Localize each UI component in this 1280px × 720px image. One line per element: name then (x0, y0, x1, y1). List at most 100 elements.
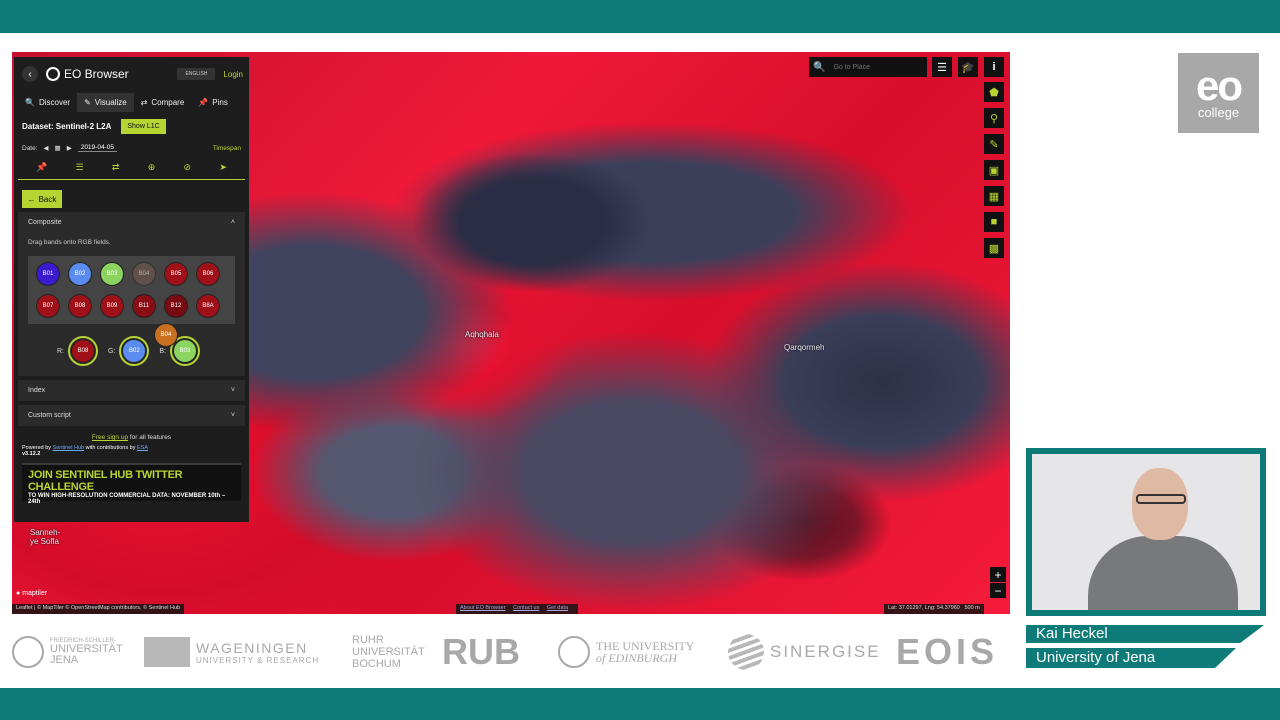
twitter-challenge-banner[interactable]: JOIN SENTINEL HUB TWITTER CHALLENGE TO W… (22, 463, 241, 505)
band-chip[interactable]: B02 (68, 262, 92, 286)
sentinel-hub-link[interactable]: Sentinel Hub (53, 445, 85, 451)
wageningen-logo: WAGENINGEN UNIVERSITY & RESEARCH (144, 637, 352, 667)
chevron-up-icon: ˄ (230, 219, 235, 226)
g-slot[interactable]: B02 (119, 336, 150, 366)
webcam-feed (1032, 454, 1260, 610)
crest-icon (558, 636, 590, 668)
signup-text: for all features (129, 434, 172, 441)
index-section: Index ˅ (18, 380, 245, 401)
globe-icon (728, 634, 764, 670)
tab-compare[interactable]: ⇄ Compare (134, 93, 192, 112)
map-search-box[interactable]: 🔍 (809, 57, 927, 77)
rgb-fields: R: B08 G: B02 B: B03 (18, 328, 245, 376)
calendar-icon[interactable]: ▦ (55, 144, 61, 152)
band-chip[interactable]: B12 (164, 294, 188, 318)
sliders-icon[interactable]: ☰ (76, 162, 84, 173)
brush-icon: ✎ (84, 97, 91, 107)
about-link[interactable]: About EO Browser (460, 605, 506, 611)
collapse-panel-icon[interactable]: ‹ (22, 66, 38, 82)
image-download-icon[interactable]: ▣ (984, 160, 1004, 180)
band-chip[interactable]: B03 (100, 262, 124, 286)
info-icon[interactable]: i (984, 57, 1004, 77)
chart-icon[interactable]: ▩ (984, 238, 1004, 258)
search-icon: 🔍 (813, 61, 826, 73)
place-label-aqhqhala: Aqhqhala (465, 330, 499, 339)
band-chip[interactable]: B08 (68, 294, 92, 318)
maptiler-logo: ● maptiler (16, 590, 48, 597)
band-chip[interactable]: B04 (132, 262, 156, 286)
esa-link[interactable]: ESA (137, 445, 148, 451)
date-input[interactable]: 2019-04-05 (77, 144, 117, 152)
eois-logo: EOIS (896, 631, 999, 672)
tab-discover[interactable]: 🔍 Discover (18, 93, 77, 112)
share-icon[interactable]: ➤ (219, 162, 227, 173)
next-date-icon[interactable]: ▶ (67, 144, 72, 152)
ruler-icon[interactable]: ✎ (984, 134, 1004, 154)
band-chip[interactable]: B08 (70, 339, 95, 363)
band-chip[interactable]: B06 (196, 262, 220, 286)
pin-icon: 📌 (198, 97, 209, 107)
top-banner (0, 0, 1280, 33)
r-slot[interactable]: B08 (67, 336, 98, 366)
tab-pins[interactable]: 📌 Pins (191, 93, 235, 112)
jena-logo: FRIEDRICH-SCHILLER- UNIVERSITÄT JENA (12, 636, 144, 668)
cube-icon[interactable]: ■ (984, 212, 1004, 232)
version-label: v3.12.2 (22, 451, 41, 457)
composite-header[interactable]: Composite ˄ (18, 212, 245, 233)
presenter-name: Kai Heckel (1026, 625, 1264, 643)
signup-line: Free sign up for all features (14, 426, 249, 441)
search-input[interactable] (833, 63, 924, 71)
language-select[interactable]: ENGLISH (177, 68, 216, 80)
eo-browser-panel: ‹ EO Browser ENGLISH Login 🔍 Discover ✎ Vi… (14, 57, 249, 522)
zoom-out-button[interactable]: − (990, 583, 1006, 598)
edinburgh-logo: THE UNIVERSITY of EDINBURGH (558, 636, 728, 668)
band-chip[interactable]: B8A (196, 294, 220, 318)
band-palette: B01 B02 B03 B04 B05 B06 B07 B08 B09 B11 B12 B8A (28, 256, 235, 324)
band-chip[interactable]: B03 (173, 339, 197, 363)
compare-icon[interactable]: ⇄ (112, 162, 120, 173)
pin-icon[interactable]: ⚲ (984, 108, 1004, 128)
graduation-cap-icon[interactable]: 🎓 (958, 57, 978, 77)
band-chip[interactable]: B11 (132, 294, 156, 318)
app-logo: EO Browser (46, 67, 129, 81)
tab-visualize[interactable]: ✎ Visualize (77, 92, 134, 112)
panel-tabs: 🔍 Discover ✎ Visualize ⇄ Compare 📌 Pins (14, 91, 249, 113)
signup-link[interactable]: Free sign up (92, 434, 128, 441)
layers-icon[interactable]: ☰ (932, 57, 952, 77)
pentagon-icon[interactable]: ⬟ (984, 82, 1004, 102)
composite-hint: Drag bands onto RGB fields. (28, 239, 111, 246)
search-icon: 🔍 (25, 97, 35, 107)
crosshair-icon[interactable]: ⊕ (148, 162, 156, 173)
eye-slash-icon[interactable]: ⊘ (184, 162, 192, 173)
timespan-toggle[interactable]: Timespan (213, 145, 241, 152)
presenter-webcam (1026, 448, 1266, 616)
custom-script-section: Custom script ˅ (18, 405, 245, 426)
index-header[interactable]: Index ˅ (18, 380, 245, 401)
powered-by: Powered by Sentinel Hub with contributio… (22, 445, 148, 451)
app-title: EO Browser (64, 67, 129, 81)
eo-college-logo: eo college (1178, 53, 1259, 133)
pin-icon[interactable]: 📌 (36, 162, 47, 173)
place-label-sanneh: Sanneh- ye Sofla (30, 528, 61, 546)
prev-date-icon[interactable]: ◀ (44, 144, 49, 152)
chevron-down-icon: ˅ (230, 387, 235, 394)
contact-link[interactable]: Contact us (513, 605, 539, 611)
band-chip[interactable]: B01 (36, 262, 60, 286)
film-icon[interactable]: ▦ (984, 186, 1004, 206)
dragging-band-chip[interactable]: B04 (154, 323, 178, 347)
get-data-link[interactable]: Get data (547, 605, 568, 611)
login-link[interactable]: Login (223, 70, 243, 79)
panel-header: ‹ EO Browser ENGLISH Login (14, 57, 249, 91)
band-chip[interactable]: B05 (164, 262, 188, 286)
band-chip[interactable]: B09 (100, 294, 124, 318)
b-label: B: (159, 347, 166, 355)
band-chip[interactable]: B07 (36, 294, 60, 318)
custom-script-header[interactable]: Custom script ˅ (18, 405, 245, 426)
back-button[interactable]: ← Back (22, 190, 62, 208)
banner-subtitle: TO WIN HIGH-RESOLUTION COMMERCIAL DATA: … (28, 493, 226, 505)
band-chip[interactable]: B02 (122, 339, 147, 363)
layer-action-icons: 📌 ☰ ⇄ ⊕ ⊘ ➤ (18, 156, 245, 180)
chevron-down-icon: ˅ (230, 412, 235, 419)
show-l1c-button[interactable]: Show L1C (121, 119, 166, 134)
zoom-in-button[interactable]: + (990, 567, 1006, 582)
